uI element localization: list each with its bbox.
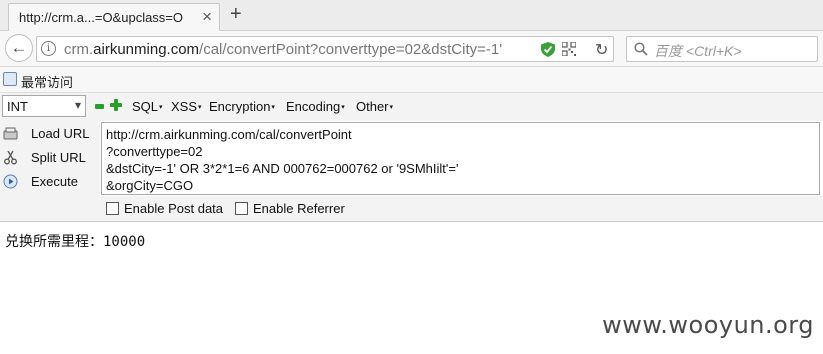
search-placeholder: 百度 <Ctrl+K> [654,43,742,59]
divider [0,221,823,222]
hackbar-actions: Load URL Split URL Execute [0,121,100,221]
load-url-icon [3,127,18,140]
hackbar-toolbar: INT ▾ SQL▾ XSS▾ Encryption▾ Encoding▾ Ot… [0,93,823,121]
url-text[interactable]: crm.airkunming.com/cal/convertPoint?conv… [64,41,502,58]
split-url-button[interactable]: Split URL [0,147,100,171]
plus-icon[interactable] [110,99,122,111]
menu-encryption[interactable]: Encryption▾ [209,99,275,114]
enable-post-checkbox[interactable] [106,202,119,215]
execute-button[interactable]: Execute [0,171,100,195]
hackbar-options: Enable Post data Enable Referrer [100,196,823,221]
search-icon [634,42,648,56]
enable-post-label[interactable]: Enable Post data [124,201,223,216]
navigation-bar: ← i crm.airkunming.com/cal/convertPoint?… [0,31,823,67]
split-url-label: Split URL [31,150,86,165]
scissors-icon [4,150,17,165]
bookmark-folder-icon [3,72,17,86]
menu-sql[interactable]: SQL▾ [132,99,163,114]
back-arrow-icon[interactable]: ← [5,34,33,62]
shield-icon[interactable] [541,42,555,57]
menu-other[interactable]: Other▾ [356,99,393,114]
caret-icon: ▾ [159,104,163,111]
url-domain: airkunming.com [93,41,200,58]
textarea-line: ?converttype=02 [106,144,203,159]
address-bar[interactable]: i crm.airkunming.com/cal/convertPoint?co… [36,36,614,62]
enable-referrer-label[interactable]: Enable Referrer [253,201,345,216]
tab-title: http://crm.a...=O&upclass=O [19,10,184,25]
chevron-down-icon: ▾ [74,98,81,112]
menu-other-label: Other [356,99,389,114]
play-icon [3,174,18,189]
caret-icon: ▾ [271,104,275,111]
new-tab-icon[interactable]: + [230,3,242,26]
qr-code-icon[interactable] [562,42,576,56]
result-text: 兑换所需里程：10000 [5,234,146,250]
url-path: /cal/convertPoint?converttype=02&dstCity… [199,41,503,58]
tab-strip: http://crm.a...=O&upclass=O × + [0,0,823,32]
textarea-line: &orgCity=CGO [106,178,194,193]
minus-icon[interactable] [95,104,104,109]
caret-icon: ▾ [198,104,202,111]
search-bar[interactable]: 百度 <Ctrl+K> [626,36,818,62]
caret-icon: ▾ [389,104,394,111]
textarea-line: &dstCity=-1' OR 3*2*1=6 AND 000762=00076… [106,161,459,176]
menu-xss[interactable]: XSS▾ [171,99,202,114]
menu-encoding[interactable]: Encoding▾ [286,99,345,114]
site-info-icon[interactable]: i [41,41,56,56]
menu-sql-label: SQL [132,99,159,114]
menu-xss-label: XSS [171,99,198,114]
load-url-label: Load URL [31,126,90,141]
url-textarea[interactable]: http://crm.airkunming.com/cal/convertPoi… [101,122,820,195]
browser-tab[interactable]: http://crm.a...=O&upclass=O × [8,3,220,32]
textarea-line: http://crm.airkunming.com/cal/convertPoi… [106,127,352,142]
menu-encryption-label: Encryption [209,99,271,114]
type-select-value: INT [7,99,28,114]
bookmark-most-visited[interactable]: 最常访问 [21,72,73,91]
bookmarks-bar: 最常访问 [0,67,823,93]
enable-referrer-checkbox[interactable] [235,202,248,215]
menu-encoding-label: Encoding [286,99,341,114]
load-url-button[interactable]: Load URL [0,123,100,147]
reload-icon[interactable]: ↻ [595,40,608,60]
close-tab-icon[interactable]: × [202,7,212,27]
caret-icon: ▾ [341,104,345,111]
url-prefix: crm. [64,41,94,58]
execute-label: Execute [31,174,78,189]
type-select[interactable]: INT ▾ [2,95,86,117]
watermark: www.wooyun.org [602,311,814,339]
